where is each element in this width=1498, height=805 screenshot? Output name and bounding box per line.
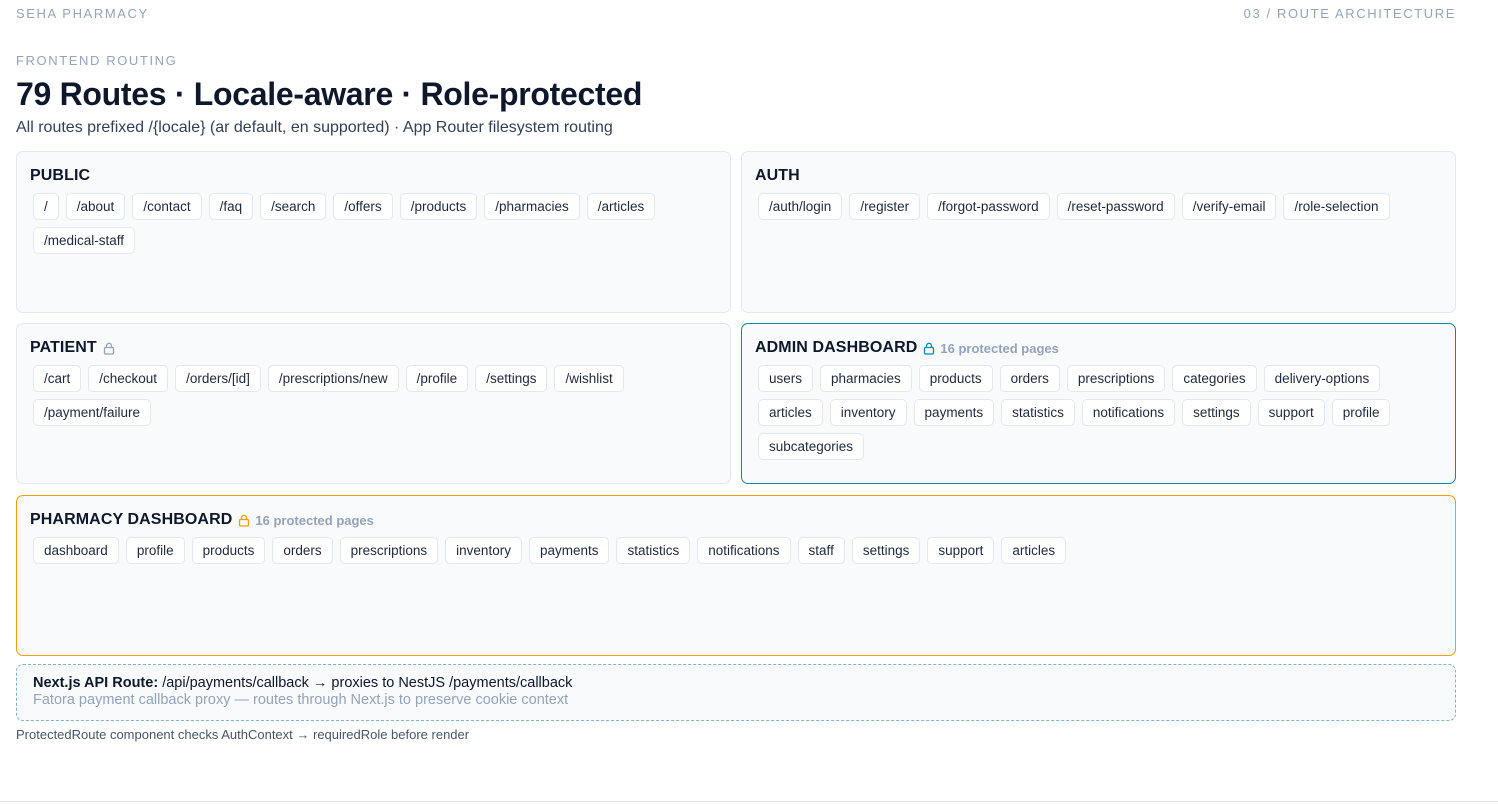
route-chip: prescriptions <box>339 537 439 564</box>
route-chip: /settings <box>475 365 548 392</box>
api-route-note: Fatora payment callback proxy — routes t… <box>33 692 569 708</box>
eyebrow: FRONTEND ROUTING <box>16 53 178 68</box>
route-chip-list: /auth/login/register/forgot-password/res… <box>755 193 1442 220</box>
page-title: 79 Routes · Locale-aware · Role-protecte… <box>16 76 643 112</box>
section-label: 03 / ROUTE ARCHITECTURE <box>1243 6 1456 21</box>
route-chip: inventory <box>829 399 907 426</box>
protected-count: 16 protected pages <box>940 340 1059 356</box>
route-chip: categories <box>1172 365 1257 392</box>
route-chip: users <box>758 365 814 392</box>
route-chip: /faq <box>208 193 254 220</box>
top-bar: SEHA PHARMACY 03 / ROUTE ARCHITECTURE <box>16 6 1456 21</box>
route-chip: /wishlist <box>554 365 624 392</box>
protected-count: 16 protected pages <box>255 512 374 528</box>
route-chip: settings <box>1182 399 1251 426</box>
admin-dashboard-card: ADMIN DASHBOARD 16 protected pages users… <box>741 323 1456 484</box>
route-chip: /offers <box>333 193 393 220</box>
lock-icon <box>238 514 250 527</box>
route-chip: /search <box>260 193 327 220</box>
public-routes-card: PUBLIC //about/contact/faq/search/offers… <box>16 151 731 313</box>
route-chip: pharmacies <box>820 365 912 392</box>
route-chip-list: /cart/checkout/orders/[id]/prescriptions… <box>30 365 717 426</box>
route-chip: /about <box>65 193 126 220</box>
route-chip: / <box>33 193 59 220</box>
route-chip: products <box>191 537 266 564</box>
patient-routes-card: PATIENT /cart/checkout/orders/[id]/presc… <box>16 323 731 484</box>
route-chip: orders <box>272 537 333 564</box>
pharmacy-dashboard-card: PHARMACY DASHBOARD 16 protected pages da… <box>16 495 1456 656</box>
api-route-line: Next.js API Route: /api/payments/callbac… <box>33 675 1439 691</box>
auth-routes-card: AUTH /auth/login/register/forgot-passwor… <box>741 151 1456 313</box>
brand-name: SEHA PHARMACY <box>16 6 149 21</box>
route-chip: /reset-password <box>1056 193 1175 220</box>
card-title: PHARMACY DASHBOARD <box>30 511 233 528</box>
route-chip: /register <box>849 193 921 220</box>
route-chip: /pharmacies <box>484 193 580 220</box>
card-title: ADMIN DASHBOARD <box>755 339 918 356</box>
route-chip: support <box>927 537 995 564</box>
route-chip-list: users pharmacies products orders prescriptio… <box>755 365 1442 460</box>
card-title: AUTH <box>755 167 800 184</box>
route-chip-list: //about/contact/faq/search/offers/produc… <box>30 193 717 254</box>
route-chip: /prescriptions/new <box>267 365 399 392</box>
route-chip: /products <box>399 193 478 220</box>
route-chip: notifications <box>1081 399 1176 426</box>
route-chip: subcategories <box>758 433 865 460</box>
route-chip: /orders/[id] <box>175 365 261 392</box>
route-chip: profile <box>1331 399 1391 426</box>
route-chip: /articles <box>586 193 656 220</box>
page-subtitle: All routes prefixed /{locale} (ar defaul… <box>16 119 613 136</box>
route-chip: articles <box>1001 537 1067 564</box>
route-chip: delivery-options <box>1263 365 1381 392</box>
card-title: PUBLIC <box>30 167 91 184</box>
route-chip: profile <box>125 537 185 564</box>
route-chip: /auth/login <box>758 193 843 220</box>
route-chip: payments <box>528 537 610 564</box>
route-chip: support <box>1257 399 1325 426</box>
route-chip: inventory <box>445 537 522 564</box>
route-chip: /cart <box>33 365 82 392</box>
route-chip: /role-selection <box>1283 193 1390 220</box>
route-chip: settings <box>851 537 921 564</box>
api-route-callout: Next.js API Route: /api/payments/callbac… <box>16 664 1456 721</box>
route-chip: staff <box>797 537 845 564</box>
route-chip: statistics <box>1001 399 1075 426</box>
route-chip: /contact <box>132 193 202 220</box>
api-route-path: /api/payments/callback → proxies to Nest… <box>162 675 573 691</box>
route-chip: /profile <box>405 365 469 392</box>
route-chip: notifications <box>697 537 791 564</box>
route-chip: /medical-staff <box>33 227 136 254</box>
route-chip: orders <box>999 365 1060 392</box>
divider <box>0 801 1498 802</box>
route-chip: /checkout <box>88 365 169 392</box>
card-title: PATIENT <box>30 339 97 356</box>
route-chip: /forgot-password <box>927 193 1050 220</box>
route-chip: payments <box>913 399 995 426</box>
route-chip: statistics <box>616 537 691 564</box>
route-chip: prescriptions <box>1066 365 1166 392</box>
api-route-label: Next.js API Route: <box>33 675 159 691</box>
lock-icon <box>923 342 935 355</box>
route-chip: articles <box>758 399 823 426</box>
route-chip: dashboard <box>33 537 119 564</box>
footnote: ProtectedRoute component checks AuthCont… <box>16 727 470 742</box>
route-chip-list: dashboard profile products orders prescripti… <box>30 537 1442 564</box>
route-chip: /payment/failure <box>33 399 152 426</box>
route-chip: products <box>918 365 993 392</box>
lock-icon <box>103 342 115 355</box>
route-chip: /verify-email <box>1181 193 1277 220</box>
